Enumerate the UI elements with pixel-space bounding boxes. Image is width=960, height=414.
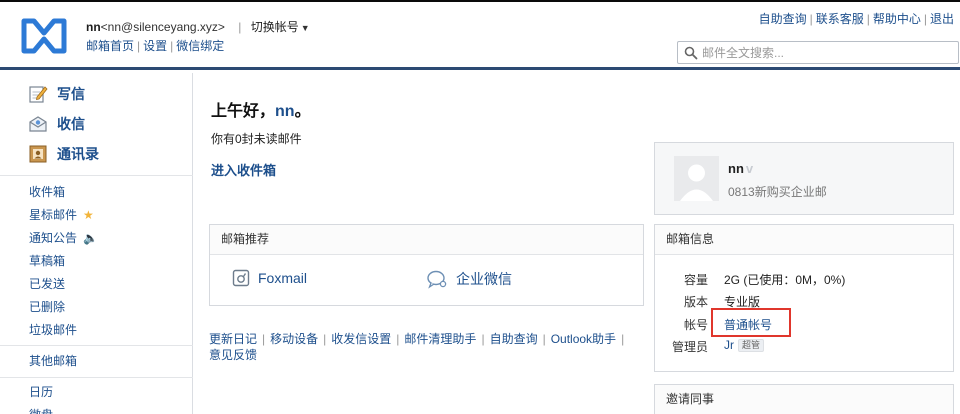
mail-search-box[interactable]	[677, 41, 959, 64]
wework-icon	[427, 270, 447, 289]
settings-link[interactable]: 设置	[143, 39, 167, 53]
contacts-icon	[29, 145, 47, 163]
folder-inbox[interactable]: 收件箱	[29, 181, 98, 204]
folder-deleted[interactable]: 已删除	[29, 296, 98, 319]
contact-support-link[interactable]: 联系客服	[816, 12, 864, 26]
receive-mail-label: 收信	[57, 116, 85, 132]
receive-mail-button[interactable]: 收信	[28, 109, 99, 139]
admin-name[interactable]: Jr	[724, 338, 734, 352]
profile-card: nn v 0813新购买企业邮	[654, 142, 954, 215]
footer-links: 更新日记 | 移动设备 | 收发信设置 | 邮件清理助手 | 自助查询 | Outlook助手 | 意见…	[209, 332, 625, 362]
info-row-account-type: 帐号 普通帐号	[683, 318, 773, 332]
top-right-links: 自助查询 | 联系客服 | 帮助中心 | 退出	[758, 12, 954, 26]
search-input[interactable]	[702, 44, 952, 62]
wechat-bind-link[interactable]: 微信绑定	[176, 39, 224, 53]
verified-v-icon: v	[745, 161, 754, 176]
default-avatar-icon	[674, 156, 719, 201]
tencent-exmail-logo[interactable]	[20, 18, 68, 54]
calendar-item[interactable]: 日历	[29, 381, 53, 404]
greeting-name: nn	[275, 103, 295, 120]
send-receive-settings-link[interactable]: 收发信设置	[331, 332, 391, 346]
greeting: 上午好，nn。	[211, 103, 311, 120]
sidebar-divider	[0, 377, 193, 378]
account-email: <nn@silenceyang.xyz>	[100, 20, 225, 34]
self-service-footer-link[interactable]: 自助查询	[490, 332, 538, 346]
mail-cleanup-link[interactable]: 邮件清理助手	[404, 332, 476, 346]
write-mail-button[interactable]: 写信	[28, 79, 99, 109]
sidebar-divider	[0, 345, 193, 346]
foxmail-link[interactable]: Foxmail	[232, 269, 307, 287]
top-header: nn<nn@silenceyang.xyz> | 切换帐号 ▼ 邮箱首页 | 设置 | 微…	[0, 0, 960, 70]
speaker-icon: 🔈	[83, 231, 98, 245]
sidebar-main-actions: 写信 收信 通讯录	[28, 79, 99, 169]
folder-announcements[interactable]: 通知公告 🔈	[29, 227, 98, 250]
changelog-link[interactable]: 更新日记	[209, 332, 257, 346]
recommend-title: 邮箱推荐	[210, 225, 643, 255]
logout-link[interactable]: 退出	[930, 12, 954, 26]
info-row-admin: 管理员 Jr 超管	[655, 338, 955, 358]
receive-icon	[29, 116, 47, 132]
folder-starred[interactable]: 星标邮件 ★	[29, 204, 98, 227]
capacity-value: 2G (已使用：0M，0%)	[724, 273, 846, 287]
account-nickname: nn	[86, 20, 101, 34]
admin-value: Jr 超管	[724, 338, 765, 352]
mailbox-home-link[interactable]: 邮箱首页	[86, 39, 134, 53]
help-center-link[interactable]: 帮助中心	[873, 12, 921, 26]
foxmail-icon	[232, 269, 250, 287]
netdisk-item[interactable]: 微盘	[29, 404, 53, 414]
left-sidebar: 写信 收信 通讯录 收件箱 星标邮件 ★ 通知公告 🔈 草稿箱 已发送 已删除 …	[0, 73, 193, 414]
mailbox-recommend-card: 邮箱推荐 Foxmail 企业微信	[209, 224, 644, 306]
write-mail-label: 写信	[57, 86, 85, 102]
other-mailbox-item[interactable]: 其他邮箱	[29, 350, 77, 373]
mailbox-info-card: 邮箱信息 容量 2G (已使用：0M，0%) 版本 专业版 帐号 普通帐号 管理…	[654, 224, 954, 372]
star-icon: ★	[83, 208, 94, 222]
mailbox-info-title: 邮箱信息	[655, 225, 953, 255]
self-service-link[interactable]: 自助查询	[759, 12, 807, 26]
mobile-devices-link[interactable]: 移动设备	[270, 332, 318, 346]
feedback-link[interactable]: 意见反馈	[209, 348, 257, 362]
invite-colleagues-card: 邀请同事	[654, 384, 954, 414]
folder-drafts[interactable]: 草稿箱	[29, 250, 98, 273]
outlook-helper-link[interactable]: Outlook助手	[551, 332, 616, 346]
super-admin-badge: 超管	[738, 339, 765, 352]
profile-name: nn v	[728, 161, 754, 176]
folder-sent[interactable]: 已发送	[29, 273, 98, 296]
divider: |	[238, 20, 242, 34]
folder-spam[interactable]: 垃圾邮件	[29, 319, 98, 342]
info-row-edition: 版本 专业版	[683, 295, 761, 309]
other-mailboxes: 其他邮箱	[29, 350, 77, 373]
caret-down-icon[interactable]: ▼	[301, 23, 310, 33]
profile-description: 0813新购买企业邮	[728, 185, 827, 199]
header-nav: 邮箱首页 | 设置 | 微信绑定	[86, 39, 225, 53]
info-row-capacity: 容量 2G (已使用：0M，0%)	[683, 273, 846, 287]
contacts-button[interactable]: 通讯录	[28, 139, 99, 169]
avatar[interactable]	[674, 156, 719, 201]
write-icon	[29, 86, 48, 103]
enter-inbox-link[interactable]: 进入收件箱	[211, 160, 276, 179]
unread-count-text: 你有0封未读邮件	[211, 132, 302, 146]
folder-list: 收件箱 星标邮件 ★ 通知公告 🔈 草稿箱 已发送 已删除 垃圾邮件	[29, 181, 98, 342]
wework-link[interactable]: 企业微信	[426, 269, 512, 289]
switch-account-button[interactable]: 切换帐号	[251, 20, 299, 34]
account-info: nn<nn@silenceyang.xyz> | 切换帐号 ▼	[86, 18, 310, 35]
top-black-line	[0, 0, 960, 2]
sidebar-divider	[0, 175, 193, 176]
apps-list: 日历 微盘	[29, 381, 53, 414]
search-icon[interactable]	[684, 46, 698, 60]
account-type-highlight-box	[711, 308, 791, 337]
contacts-label: 通讯录	[57, 146, 99, 162]
invite-title: 邀请同事	[655, 385, 953, 414]
